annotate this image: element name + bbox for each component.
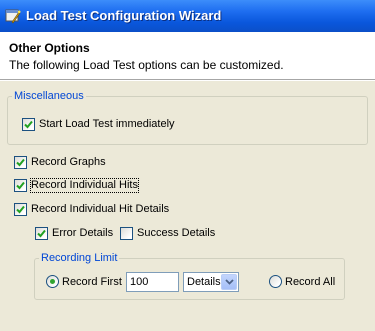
miscellaneous-legend: Miscellaneous [12, 90, 86, 103]
record-all-label[interactable]: Record All [285, 276, 335, 289]
recording-limit-legend: Recording Limit [39, 252, 120, 265]
checkmark-icon [37, 229, 46, 238]
error-details-checkbox[interactable] [35, 227, 48, 240]
page-heading: Other Options [9, 41, 90, 55]
radio-selected-dot [50, 279, 55, 284]
checkmark-icon [16, 158, 25, 167]
record-individual-hits-label[interactable]: Record Individual Hits [30, 178, 139, 193]
title-bar: Load Test Configuration Wizard [0, 0, 375, 32]
dropdown-button[interactable] [221, 274, 237, 290]
record-first-radio[interactable] [46, 275, 59, 288]
record-individual-hit-details-checkbox[interactable] [14, 203, 27, 216]
checkmark-icon [16, 181, 25, 190]
record-all-radio[interactable] [269, 275, 282, 288]
record-graphs-checkbox[interactable] [14, 156, 27, 169]
success-details-checkbox[interactable] [120, 227, 133, 240]
record-individual-hit-details-label[interactable]: Record Individual Hit Details [31, 203, 169, 216]
checkmark-icon [16, 205, 25, 214]
record-unit-select[interactable]: Details [183, 272, 239, 292]
error-details-label[interactable]: Error Details [52, 227, 113, 240]
record-first-label[interactable]: Record First [62, 276, 122, 289]
wizard-icon [5, 8, 21, 24]
record-graphs-label[interactable]: Record Graphs [31, 156, 106, 169]
record-individual-hits-checkbox[interactable] [14, 179, 27, 192]
success-details-label[interactable]: Success Details [137, 227, 215, 240]
record-count-input[interactable]: 100 [126, 272, 179, 292]
wizard-header: Other Options The following Load Test op… [0, 32, 375, 80]
start-immediately-label[interactable]: Start Load Test immediately [39, 118, 175, 131]
start-immediately-checkbox[interactable] [22, 118, 35, 131]
page-subheading: The following Load Test options can be c… [9, 58, 284, 72]
record-unit-value: Details [187, 276, 221, 288]
chevron-down-icon [225, 279, 234, 285]
checkmark-icon [24, 120, 33, 129]
wizard-body: Miscellaneous Start Load Test immediatel… [0, 81, 375, 331]
window-title: Load Test Configuration Wizard [26, 8, 222, 23]
